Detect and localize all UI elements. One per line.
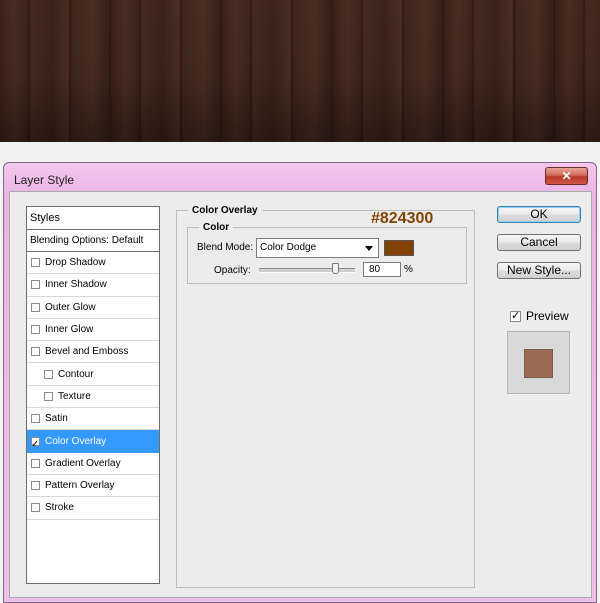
styles-list: Styles Blending Options: Default Drop Sh… (26, 206, 160, 584)
style-item-label: Satin (45, 413, 68, 425)
style-item[interactable]: Inner Shadow (27, 274, 159, 297)
style-item[interactable]: Texture (27, 386, 159, 409)
ok-button[interactable]: OK (497, 206, 581, 223)
style-item[interactable]: Drop Shadow (27, 252, 159, 275)
close-icon: ✕ (561, 169, 572, 183)
close-button[interactable]: ✕ (545, 167, 588, 185)
overlay-color-swatch[interactable] (384, 240, 414, 256)
style-item-checkbox[interactable] (31, 258, 40, 268)
style-item-checkbox[interactable] (44, 369, 53, 379)
style-item-label: Gradient Overlay (45, 457, 121, 469)
preview-checkbox[interactable] (510, 309, 521, 322)
style-item-label: Inner Glow (45, 324, 94, 336)
style-item-label: Pattern Overlay (45, 480, 115, 492)
style-item-label: Contour (58, 368, 94, 380)
background-gap (0, 142, 600, 162)
new-style-button[interactable]: New Style... (497, 262, 581, 279)
blend-mode-label: Blend Mode: (197, 242, 254, 253)
style-item[interactable]: Stroke (27, 497, 159, 520)
style-item-checkbox[interactable] (31, 414, 40, 424)
opacity-slider-track[interactable] (259, 268, 355, 273)
preview-swatch (524, 349, 553, 378)
style-item-label: Drop Shadow (45, 257, 106, 269)
style-item-label: Inner Shadow (45, 279, 107, 291)
blend-mode-select[interactable]: Color Dodge (256, 238, 379, 258)
style-item-checkbox[interactable] (31, 325, 40, 335)
opacity-input[interactable]: 80 (363, 262, 401, 277)
style-item-checkbox[interactable] (31, 503, 40, 513)
style-item[interactable]: Gradient Overlay (27, 453, 159, 475)
style-item-label: Color Overlay (45, 435, 107, 447)
preview-label: Preview (526, 309, 569, 323)
style-item-checkbox[interactable] (31, 458, 40, 468)
blend-mode-value: Color Dodge (260, 242, 317, 253)
hex-annotation: #824300 (371, 210, 434, 227)
opacity-slider-thumb[interactable] (332, 263, 340, 274)
opacity-label: Opacity: (214, 265, 251, 276)
opacity-unit: % (404, 264, 413, 275)
style-item-label: Outer Glow (45, 301, 96, 313)
style-item-checkbox[interactable] (31, 434, 40, 455)
style-item[interactable]: Outer Glow (27, 297, 159, 319)
style-item[interactable]: Satin (27, 408, 159, 431)
dialog-client-area: Styles Blending Options: Default Drop Sh… (9, 191, 592, 598)
style-item[interactable]: Color Overlay (27, 430, 159, 455)
style-item-checkbox[interactable] (31, 481, 40, 491)
styles-header[interactable]: Styles (27, 207, 159, 230)
color-subgroup-title: Color (199, 222, 234, 233)
style-item-checkbox[interactable] (31, 280, 40, 290)
style-item[interactable]: Inner Glow (27, 319, 159, 342)
blending-options-item[interactable]: Blending Options: Default (27, 230, 159, 252)
layer-style-dialog: Layer Style ✕ Styles Blending Options: D… (3, 162, 597, 603)
chevron-down-icon (365, 246, 373, 251)
cancel-button[interactable]: Cancel (497, 234, 581, 251)
preview-box (507, 331, 570, 394)
preview-toggle[interactable]: Preview (510, 309, 569, 323)
style-item[interactable]: Pattern Overlay (27, 475, 159, 498)
style-item-label: Texture (58, 390, 91, 402)
style-item-checkbox[interactable] (31, 302, 40, 312)
style-item-label: Stroke (45, 502, 74, 514)
wood-background (0, 0, 600, 142)
style-item[interactable]: Bevel and Emboss (27, 341, 159, 364)
style-item-checkbox[interactable] (44, 391, 53, 401)
style-item-checkbox[interactable] (31, 347, 40, 357)
color-overlay-title: Color Overlay (188, 205, 262, 216)
style-item[interactable]: Contour (27, 363, 159, 386)
style-item-label: Bevel and Emboss (45, 346, 129, 358)
style-items: Drop Shadow Inner Shadow Outer Glow Inner G… (27, 252, 159, 520)
dialog-title: Layer Style (14, 173, 75, 187)
